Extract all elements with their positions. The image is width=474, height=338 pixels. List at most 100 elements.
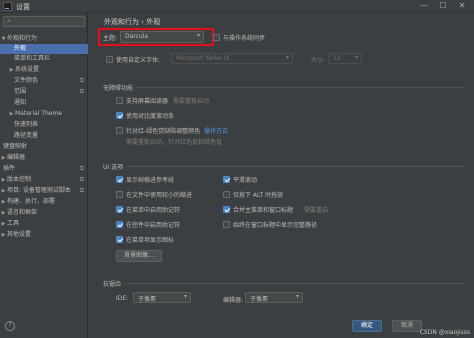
sidebar-item-material-theme[interactable]: ▶ Material Theme <box>0 109 88 119</box>
section-divider <box>127 166 465 167</box>
chevron-down-icon: ▾ <box>196 32 200 39</box>
sidebar-item-plugins[interactable]: 插件 ⧉ <box>0 164 88 174</box>
sidebar-item-scopes[interactable]: 范围 ⧉ <box>0 87 88 97</box>
chevron-right-icon: ▶ <box>1 199 6 205</box>
smaller-indents-label: 在文件中使用较小的缩进 <box>126 192 193 199</box>
sidebar-item-appearance[interactable]: 外观 <box>0 44 88 54</box>
chevron-right-icon: ▶ <box>1 155 6 161</box>
sidebar-item-tools[interactable]: ▶ 工具 <box>0 219 88 229</box>
menu-mnemonics-checkbox[interactable] <box>116 206 123 213</box>
merge-menu-title-checkbox[interactable] <box>223 206 230 213</box>
chevron-down-icon: ▾ <box>354 54 358 61</box>
tree-indent-guides-label: 显示树缩进参考线 <box>126 177 175 184</box>
font-size-select[interactable]: 12 ▾ <box>328 53 362 64</box>
antialiasing-section-title: 抗锯齿 <box>103 281 122 288</box>
chevron-right-icon: ▶ <box>1 221 6 227</box>
font-size-label: 大小: <box>311 57 326 64</box>
section-divider <box>135 87 465 88</box>
merge-menu-title-hint: 需要重启 <box>304 207 329 214</box>
sidebar-item-quick-lists[interactable]: 快速列表 <box>0 120 88 130</box>
chevron-right-icon: ▶ <box>1 232 6 238</box>
custom-font-value: Microsoft YaHei UI <box>176 55 230 62</box>
full-path-title-label: 始终在窗口标题中显示完整路径 <box>233 222 318 229</box>
project-scope-icon: ⧉ <box>79 88 84 95</box>
window-title: 设置 <box>16 3 30 11</box>
close-button[interactable]: ✕ <box>456 1 468 10</box>
sidebar-item-system-settings[interactable]: ▶ 系统设置 <box>0 65 88 75</box>
chevron-right-icon: ▶ <box>9 111 14 117</box>
font-size-value: 12 <box>333 55 341 62</box>
smooth-scrolling-checkbox[interactable] <box>223 176 230 183</box>
menu-icons-label: 在菜单项显示图标 <box>126 237 175 244</box>
color-blind-how-it-works-link[interactable]: 操作方式 <box>204 126 228 135</box>
editor-antialiasing-value: 子像素 <box>250 296 269 303</box>
control-mnemonics-checkbox[interactable] <box>116 221 123 228</box>
sidebar-item-other-settings[interactable]: ▶ 其他设置 <box>0 230 88 240</box>
color-blind-label: 针对红-绿色觉缺陷调整颜色 <box>126 128 201 135</box>
merge-menu-title-label: 合并主菜单和窗口标题 <box>233 207 294 214</box>
full-path-title-checkbox[interactable] <box>223 221 230 228</box>
search-icon: ⌕ <box>7 17 11 25</box>
breadcrumb-parent[interactable]: 外观和行为 <box>104 18 139 26</box>
contrast-scrollbars-checkbox[interactable] <box>116 112 123 119</box>
sidebar-item-keymap[interactable]: 键盘映射 <box>0 142 88 152</box>
color-blind-checkbox[interactable] <box>116 127 123 134</box>
ide-antialiasing-select[interactable]: 子像素 ▾ <box>133 292 191 303</box>
custom-font-label: 使用自定义字体: <box>116 57 161 64</box>
sync-os-label: 与操作系统同步 <box>223 35 266 42</box>
chevron-right-icon: ▶ <box>1 210 6 216</box>
app-icon <box>3 2 12 11</box>
sidebar-item-version-control[interactable]: ▶ 版本控制 ⧉ <box>0 175 88 185</box>
contrast-scrollbars-label: 使用对比度滚动条 <box>126 113 175 120</box>
screen-reader-label: 支持屏幕阅读器 <box>126 98 169 105</box>
editor-antialiasing-select[interactable]: 子像素 ▾ <box>245 292 303 303</box>
chevron-right-icon: ▶ <box>1 188 6 194</box>
chevron-down-icon: ▾ <box>183 293 187 300</box>
dnd-alt-checkbox[interactable] <box>223 191 230 198</box>
cancel-button[interactable]: 取消 <box>392 320 422 332</box>
background-image-button[interactable]: 背景图像... <box>116 250 162 262</box>
editor-antialiasing-label: 编辑器: <box>223 297 244 304</box>
smaller-indents-checkbox[interactable] <box>116 191 123 198</box>
custom-font-checkbox[interactable] <box>106 56 113 63</box>
ok-button[interactable]: 确定 <box>352 320 382 332</box>
tree-indent-guides-checkbox[interactable] <box>116 176 123 183</box>
settings-sidebar: ⌕ ▼ 外观和行为 外观 菜单和工具栏 ▶ 系统设置 文件颜色 ⧉ 范围 ⧉ 通知 … <box>0 13 88 338</box>
ui-options-section-title: UI 选项 <box>103 164 124 171</box>
breadcrumb-current: 外观 <box>146 18 161 26</box>
maximize-button[interactable]: ☐ <box>437 1 449 10</box>
sidebar-item-editor[interactable]: ▶ 编辑器 <box>0 153 88 163</box>
dnd-alt-label: 仅按下 ALT 时拖放 <box>233 192 284 199</box>
chevron-down-icon: ▼ <box>1 36 6 42</box>
theme-select[interactable]: Darcula ▾ <box>120 31 204 43</box>
chevron-down-icon: ▾ <box>295 293 299 300</box>
minimize-button[interactable]: — <box>418 1 430 10</box>
theme-select-value: Darcula <box>125 33 149 40</box>
settings-search-input[interactable]: ⌕ <box>3 16 85 27</box>
smooth-scrolling-label: 平滑滚动 <box>233 177 258 184</box>
sidebar-item-path-variables[interactable]: 路径变量 <box>0 131 88 141</box>
theme-label: 主题: <box>103 35 118 42</box>
sidebar-item-build-execution-deployment[interactable]: ▶ 构建、执行、部署 <box>0 197 88 207</box>
sidebar-item-file-colors[interactable]: 文件颜色 ⧉ <box>0 76 88 86</box>
project-scope-icon: ⧉ <box>79 165 84 172</box>
sidebar-item-menus-toolbars[interactable]: 菜单和工具栏 <box>0 54 88 64</box>
breadcrumb: 外观和行为 › 外观 <box>104 17 160 27</box>
control-mnemonics-label: 在控件中启用助记符 <box>126 222 181 229</box>
section-divider <box>123 283 465 284</box>
screen-reader-hint: 需要重新启动 <box>173 98 210 105</box>
sync-os-checkbox[interactable] <box>213 34 220 41</box>
sidebar-item-languages-frameworks[interactable]: ▶ 语言和框架 <box>0 208 88 218</box>
screen-reader-checkbox[interactable] <box>116 97 123 104</box>
menu-icons-checkbox[interactable] <box>116 236 123 243</box>
custom-font-select[interactable]: Microsoft YaHei UI ▾ <box>171 53 293 64</box>
accessibility-section-title: 无障碍功能 <box>103 85 134 92</box>
chevron-down-icon: ▾ <box>285 54 289 61</box>
help-button[interactable]: ? <box>5 321 15 331</box>
chevron-right-icon: ▶ <box>9 67 14 73</box>
sidebar-item-project[interactable]: ▶ 项目: 设备管理测试脚本 ⧉ <box>0 186 88 196</box>
sidebar-item-appearance-behavior[interactable]: ▼ 外观和行为 <box>0 34 88 44</box>
ide-antialiasing-label: IDE: <box>116 295 129 302</box>
sidebar-item-notifications[interactable]: 通知 <box>0 98 88 108</box>
color-blind-hint: 需要重新启动，针对红色盲和绿色盲 <box>126 139 223 146</box>
